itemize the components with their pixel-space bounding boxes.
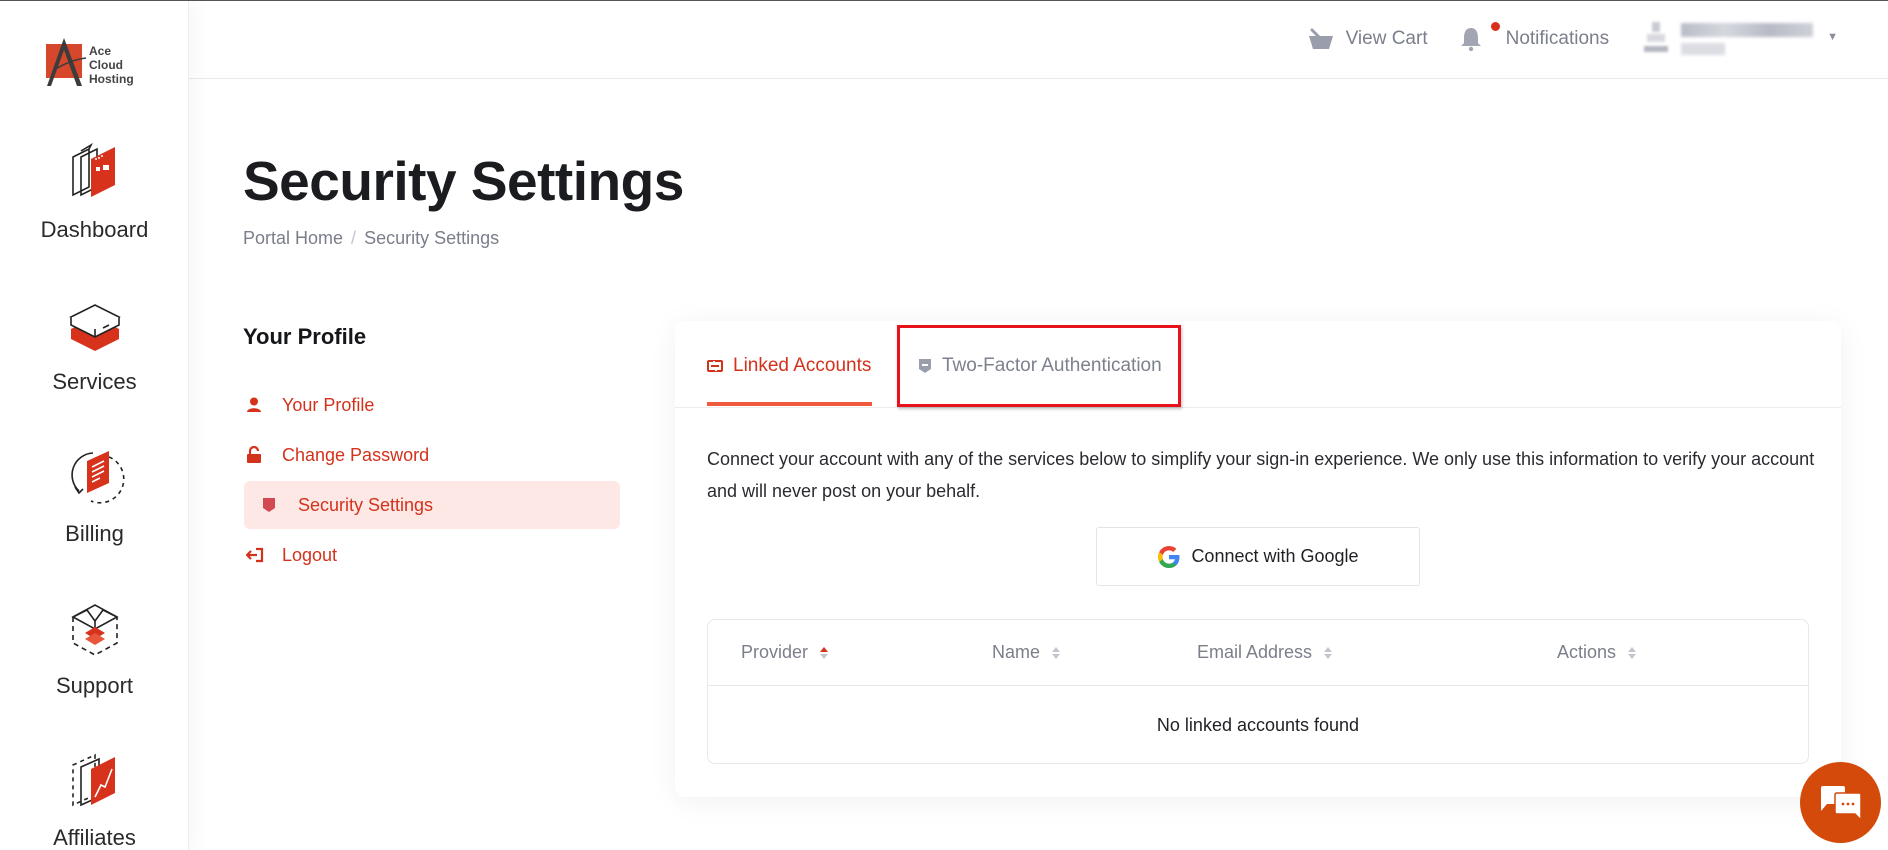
profile-menu-your-profile[interactable]: Your Profile [244,381,620,429]
sort-icon [1052,646,1061,659]
linked-accounts-description: Connect your account with any of the ser… [707,449,1815,501]
nav-label-affiliates: Affiliates [53,825,136,850]
column-label: Actions [1557,642,1617,662]
brand-line-2: Cloud [89,58,123,72]
tab-bar: Linked Accounts Two-Factor Authenticatio… [675,321,1841,408]
nav-label-services: Services [52,369,137,394]
user-account-menu[interactable]: ▼ [1643,20,1838,58]
nav-item-services[interactable]: Services [0,295,189,395]
profile-menu-change-password[interactable]: Change Password [244,431,620,479]
page-title: Security Settings [243,150,684,212]
user-name-line [1681,23,1814,37]
profile-menu-logout[interactable]: Logout [244,531,620,579]
notifications-link[interactable]: Notifications [1460,22,1610,52]
profile-menu-label: Security Settings [298,494,434,515]
user-avatar-icon [1644,22,1669,52]
notifications-label: Notifications [1505,28,1610,49]
column-label: Provider [741,642,809,662]
column-label: Name [992,642,1041,662]
shield-icon [919,359,931,373]
breadcrumb: Portal Home / Security Settings [243,228,499,249]
sort-icon [1324,646,1333,659]
brand-line-1: Ace [89,44,112,58]
header-actions: View Cart Notifications ▼ [1308,19,1838,59]
column-header-actions[interactable]: Actions [1557,642,1637,663]
nav-item-support[interactable]: Support [0,599,189,699]
security-settings-card: Linked Accounts Two-Factor Authenticatio… [675,321,1841,797]
column-label: Email Address [1197,642,1313,662]
chevron-down-icon: ▼ [1827,31,1838,43]
ace-logo-icon [46,38,86,86]
breadcrumb-current: Security Settings [364,228,500,248]
table-header-row: Provider Name Email Address Actions [708,620,1808,686]
main-sidebar: Ace Cloud Hosting Dashboard Services Bil… [0,1,189,850]
shield-icon [262,497,282,513]
profile-menu: Your Profile Change Password Security Se… [244,381,620,581]
tab-linked-accounts[interactable]: Linked Accounts [707,351,871,381]
breadcrumb-separator: / [351,228,357,248]
google-icon [1158,545,1180,568]
sort-icon [1628,646,1637,659]
profile-menu-security-settings[interactable]: Security Settings [244,481,620,529]
top-header: View Cart Notifications ▼ [189,1,1888,79]
profile-menu-label: Logout [282,544,338,565]
profile-menu-label: Change Password [282,444,430,465]
nav-label-dashboard: Dashboard [40,217,149,242]
active-tab-indicator [707,402,872,406]
tab-two-factor-authentication[interactable]: Two-Factor Authentication [918,351,1162,381]
table-empty-message: No linked accounts found [1156,714,1360,735]
logout-icon [246,547,266,563]
dashboard-icon [71,143,115,197]
brand-name: Ace Cloud Hosting [89,44,134,86]
view-cart-link[interactable]: View Cart [1308,28,1428,50]
affiliates-icon [71,753,115,807]
nav-item-affiliates[interactable]: Affiliates [0,751,189,850]
brand-logo[interactable]: Ace Cloud Hosting [42,35,152,91]
column-header-name[interactable]: Name [992,642,1061,663]
user-name-blurred [1681,23,1814,55]
brand-line-3: Hosting [89,72,134,86]
bell-wrap [1460,22,1500,52]
tab-label: Linked Accounts [733,355,872,376]
billing-icon [70,451,125,504]
chat-icon [1820,785,1862,822]
link-icon [707,360,723,372]
breadcrumb-portal-home[interactable]: Portal Home [243,228,343,249]
support-icon [70,604,119,656]
unlock-icon [246,446,266,464]
view-cart-label: View Cart [1345,28,1428,49]
user-subtitle-line [1681,43,1726,55]
user-icon [246,397,266,413]
profile-menu-heading: Your Profile [243,324,367,349]
notification-badge-dot [1490,22,1500,31]
column-header-email-address[interactable]: Email Address [1197,642,1333,663]
live-chat-button[interactable] [1800,762,1881,843]
cart-basket-icon [1308,28,1333,49]
linked-accounts-table: Provider Name Email Address Actions No l… [707,619,1809,764]
tab-label: Two-Factor Authentication [942,355,1162,376]
nav-label-support: Support [55,673,134,698]
nav-label-billing: Billing [65,521,124,546]
column-header-provider[interactable]: Provider [741,642,829,663]
bell-icon [1460,28,1481,52]
profile-menu-label: Your Profile [282,394,375,415]
sort-asc-icon [820,646,829,659]
nav-item-billing[interactable]: Billing [0,447,189,547]
connect-google-button[interactable]: Connect with Google [1096,527,1420,586]
nav-item-dashboard[interactable]: Dashboard [0,143,189,243]
connect-google-label: Connect with Google [1191,546,1359,566]
services-icon [68,304,121,351]
